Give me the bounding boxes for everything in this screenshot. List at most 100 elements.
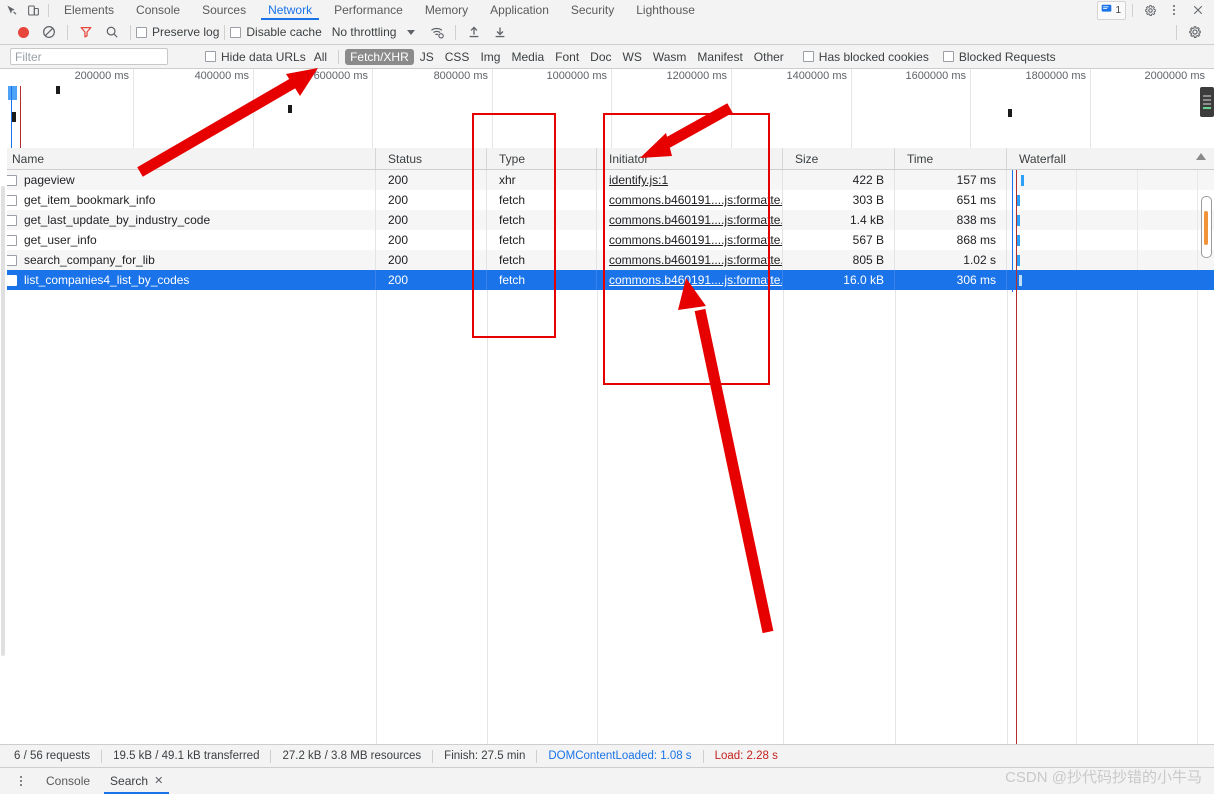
column-separator[interactable] — [597, 290, 598, 766]
tab-network[interactable]: Network — [257, 0, 323, 20]
has-blocked-cookies-checkbox[interactable]: Has blocked cookies — [802, 50, 929, 64]
waterfall-bar — [1017, 215, 1020, 226]
request-size: 1.4 kB — [849, 213, 884, 227]
filter-input[interactable] — [10, 48, 168, 65]
column-header-label: Time — [907, 151, 934, 166]
kebab-menu-icon[interactable] — [1163, 1, 1185, 20]
column-header-size[interactable]: Size — [783, 148, 895, 169]
tab-elements[interactable]: Elements — [53, 0, 125, 20]
column-header-status[interactable]: Status — [376, 148, 487, 169]
table-row[interactable]: list_companies4_list_by_codes 200 fetch … — [0, 270, 1214, 290]
drawer-tab-close-icon[interactable]: ✕ — [154, 768, 163, 794]
column-separator[interactable] — [1007, 290, 1008, 766]
overview-tick-label: 600000 ms — [313, 70, 368, 82]
tab-console[interactable]: Console — [125, 0, 191, 20]
request-size: 567 B — [852, 233, 884, 247]
tab-lighthouse[interactable]: Lighthouse — [625, 0, 706, 20]
waterfall-scrollbar[interactable] — [1201, 196, 1212, 258]
request-initiator-link[interactable]: commons.b460191....js:formatte.. — [609, 193, 782, 207]
tab-application[interactable]: Application — [479, 0, 560, 20]
request-initiator-link[interactable]: commons.b460191....js:formatte.. — [609, 213, 782, 227]
hide-data-urls-checkbox[interactable]: Hide data URLs — [205, 50, 306, 64]
disable-cache-checkbox[interactable]: Disable cache — [230, 25, 322, 39]
drawer-tab-label: Console — [46, 774, 91, 788]
filter-type-font[interactable]: Font — [550, 49, 584, 65]
request-initiator-link[interactable]: identify.js:1 — [609, 173, 668, 187]
filter-type-ws[interactable]: WS — [618, 49, 647, 65]
column-separator[interactable] — [376, 290, 377, 766]
blocked-requests-checkbox[interactable]: Blocked Requests — [942, 50, 1056, 64]
filter-type-other[interactable]: Other — [749, 49, 789, 65]
filter-type-fetch-xhr[interactable]: Fetch/XHR — [345, 48, 414, 65]
export-har-button[interactable] — [487, 20, 513, 44]
waterfall-bar — [1021, 175, 1024, 186]
filter-toggle-button[interactable] — [73, 20, 99, 44]
network-overview-timeline[interactable]: 200000 ms 400000 ms 600000 ms 800000 ms … — [0, 69, 1214, 149]
row-checkbox[interactable] — [6, 254, 17, 266]
filter-type-manifest[interactable]: Manifest — [692, 49, 747, 65]
table-row[interactable]: search_company_for_lib 200 fetch commons… — [0, 250, 1214, 270]
gear-icon[interactable] — [1139, 1, 1161, 20]
row-checkbox[interactable] — [6, 194, 17, 206]
row-checkbox[interactable] — [6, 234, 17, 246]
close-icon[interactable] — [1187, 1, 1209, 20]
column-separator[interactable] — [487, 290, 488, 766]
tabbar-divider — [48, 3, 49, 17]
preserve-log-checkbox[interactable]: Preserve log — [136, 25, 219, 39]
cell-initiator: commons.b460191....js:formatte.. — [597, 270, 783, 290]
tab-security[interactable]: Security — [560, 0, 625, 20]
request-initiator-link[interactable]: commons.b460191....js:formatte.. — [609, 233, 782, 247]
row-checkbox[interactable] — [6, 214, 17, 226]
tab-performance[interactable]: Performance — [323, 0, 414, 20]
request-size: 422 B — [852, 173, 884, 187]
column-header-waterfall[interactable]: Waterfall — [1007, 148, 1214, 169]
column-header-type[interactable]: Type — [487, 148, 597, 169]
cell-name: get_user_info — [0, 230, 376, 250]
tab-sources[interactable]: Sources — [191, 0, 257, 20]
drawer-kebab-menu-icon[interactable] — [14, 776, 28, 786]
row-checkbox[interactable] — [6, 274, 17, 286]
toolbar-divider-1 — [67, 24, 68, 40]
request-size: 805 B — [852, 253, 884, 267]
table-vertical-scrollbar[interactable] — [0, 69, 7, 665]
table-row[interactable]: pageview 200 xhr identify.js:1 422 B 157… — [0, 170, 1214, 190]
table-row[interactable]: get_item_bookmark_info 200 fetch commons… — [0, 190, 1214, 210]
network-conditions-icon[interactable] — [424, 20, 450, 44]
column-header-label: Status — [388, 151, 423, 166]
network-settings-gear-icon[interactable] — [1182, 20, 1208, 44]
filter-type-wasm[interactable]: Wasm — [648, 49, 692, 65]
filter-type-all[interactable]: All — [309, 49, 332, 65]
clear-button[interactable] — [36, 20, 62, 44]
cell-name: pageview — [0, 170, 376, 190]
drawer-tab-search[interactable]: Search ✕ — [100, 768, 173, 794]
column-header-initiator[interactable]: Initiator — [597, 148, 783, 169]
column-separator[interactable] — [895, 290, 896, 766]
column-header-time[interactable]: Time — [895, 148, 1007, 169]
filter-type-css[interactable]: CSS — [440, 49, 475, 65]
filter-type-img[interactable]: Img — [475, 49, 505, 65]
inspect-element-icon[interactable] — [0, 1, 22, 20]
cell-status: 200 — [376, 170, 487, 190]
overview-scrollbar-thumb[interactable] — [1200, 87, 1214, 117]
filter-type-media[interactable]: Media — [506, 49, 549, 65]
filter-type-js[interactable]: JS — [415, 49, 439, 65]
record-button[interactable] — [10, 20, 36, 44]
device-toolbar-icon[interactable] — [22, 1, 44, 20]
sort-ascending-icon[interactable] — [1196, 153, 1206, 160]
throttling-select[interactable]: No throttling — [332, 25, 421, 39]
row-checkbox[interactable] — [6, 174, 17, 186]
column-header-name[interactable]: Name — [0, 148, 376, 169]
message-badge[interactable]: 1 — [1097, 0, 1126, 20]
import-har-button[interactable] — [461, 20, 487, 44]
filter-type-doc[interactable]: Doc — [585, 49, 616, 65]
column-separator[interactable] — [783, 290, 784, 766]
table-row[interactable]: get_last_update_by_industry_code 200 fet… — [0, 210, 1214, 230]
search-icon[interactable] — [99, 20, 125, 44]
request-initiator-link[interactable]: commons.b460191....js:formatte.. — [609, 273, 782, 287]
tab-memory[interactable]: Memory — [414, 0, 479, 20]
status-divider — [270, 749, 272, 763]
drawer-tab-console[interactable]: Console — [36, 768, 100, 794]
table-row[interactable]: get_user_info 200 fetch commons.b460191.… — [0, 230, 1214, 250]
request-initiator-link[interactable]: commons.b460191....js:formatte.. — [609, 253, 782, 267]
overview-request-band — [8, 86, 17, 100]
